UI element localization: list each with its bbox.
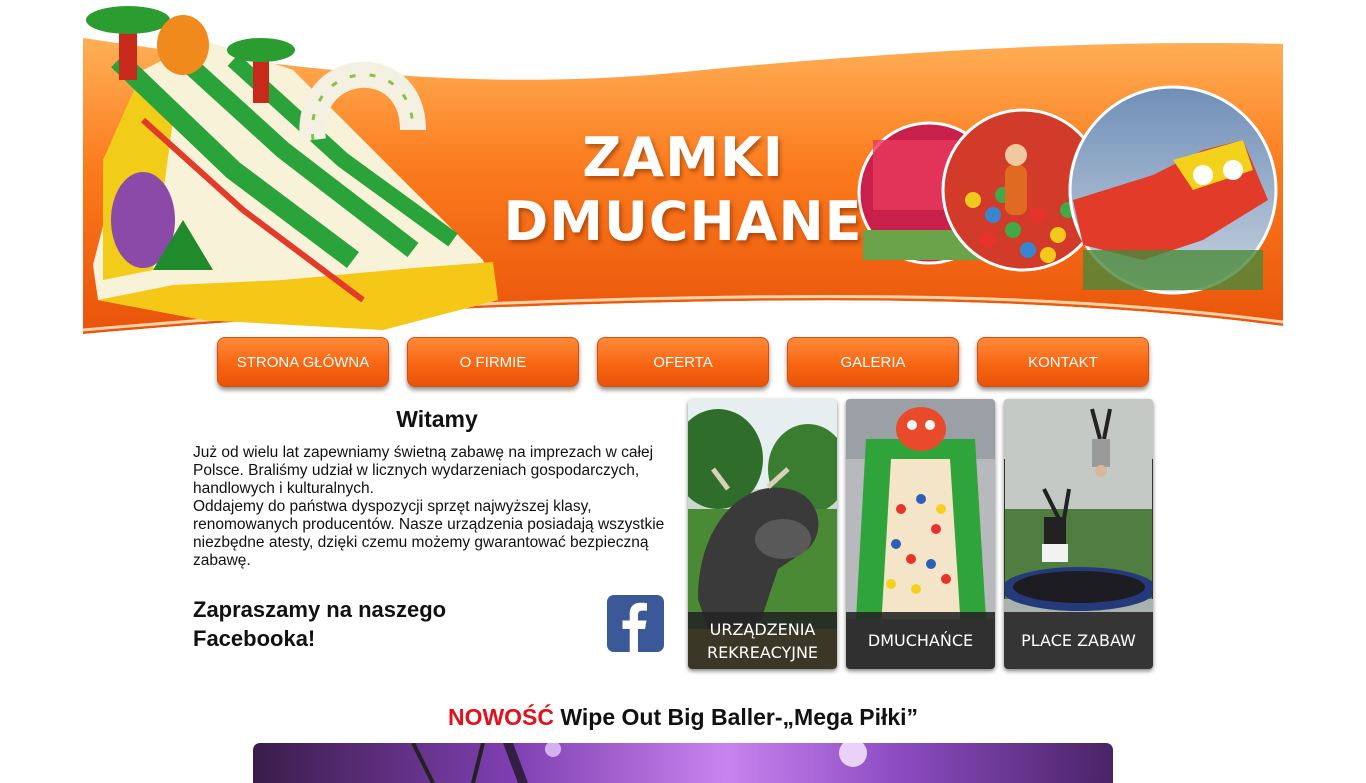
nav-item-gallery[interactable]: GALERIA [787, 337, 959, 387]
nav-item-home[interactable]: STRONA GŁÓWNA [217, 337, 389, 387]
tile-caption: DMUCHAŃCE [846, 612, 995, 669]
main-nav: STRONA GŁÓWNA O FIRMIE OFERTA GALERIA KO… [217, 337, 1151, 387]
welcome-title: Witamy [396, 406, 478, 432]
nav-item-contact[interactable]: KONTAKT [977, 337, 1149, 387]
tile-caption: URZĄDZENIA REKREACYJNE [688, 612, 837, 669]
facebook-icon[interactable] [607, 595, 664, 652]
logo-title-line1: ZAMKI [582, 126, 784, 189]
nav-item-offer[interactable]: OFERTA [597, 337, 769, 387]
tile-recreational-devices[interactable]: URZĄDZENIA REKREACYJNE [688, 399, 837, 669]
news-tag: NOWOŚĆ [447, 704, 555, 730]
facebook-invite-text: Zapraszamy na naszego Facebooka! [193, 597, 447, 651]
header-banner: ZAMKI DMUCHANE [83, 0, 1283, 338]
nav-item-about[interactable]: O FIRMIE [407, 337, 579, 387]
tile-playgrounds[interactable]: PLACE ZABAW [1004, 399, 1153, 669]
welcome-paragraph-2: Oddajemy do państwa dyspozycji sprzęt na… [193, 498, 665, 569]
news-heading: NOWOŚĆ Wipe Out Big Baller-„Mega Piłki” [253, 704, 1113, 731]
logo-title-line2: DMUCHANE [503, 190, 863, 253]
stage-lights-image [411, 743, 867, 783]
welcome-text: Już od wielu lat zapewniamy świetną zaba… [193, 444, 688, 570]
news-video[interactable] [253, 743, 1113, 783]
news-title[interactable]: Wipe Out Big Baller-„Mega Piłki” [560, 704, 918, 730]
tile-inflatables[interactable]: DMUCHAŃCE [846, 399, 995, 669]
tile-caption: PLACE ZABAW [1004, 612, 1153, 669]
welcome-paragraph-1: Już od wielu lat zapewniamy świetną zaba… [193, 444, 654, 497]
